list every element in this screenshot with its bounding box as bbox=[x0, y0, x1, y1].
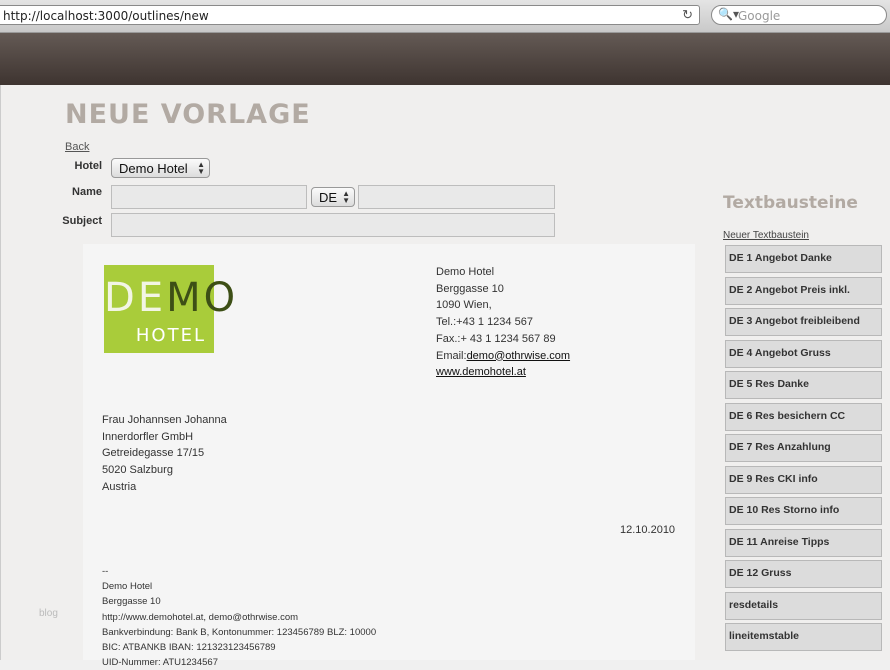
recipient-line: 5020 Salzburg bbox=[102, 464, 173, 477]
textbaustein-item[interactable]: DE 10 Res Storno info bbox=[725, 497, 882, 525]
signature-line: -- bbox=[102, 566, 109, 577]
textbaustein-item[interactable]: DE 5 Res Danke bbox=[725, 371, 882, 399]
blog-link[interactable]: blog bbox=[39, 608, 58, 619]
textbaustein-item[interactable]: DE 9 Res CKI info bbox=[725, 466, 882, 494]
url-text: http://localhost:3000/outlines/new bbox=[3, 9, 209, 23]
reload-icon[interactable]: ↻ bbox=[682, 7, 693, 23]
recipient-line: Frau Johannsen Johanna bbox=[102, 414, 227, 426]
textbaustein-item[interactable]: lineitemstable bbox=[725, 623, 882, 651]
sender-web-row: www.demohotel.at bbox=[436, 364, 570, 381]
search-input[interactable]: 🔍▾ Google bbox=[711, 5, 887, 25]
textbaustein-item[interactable]: DE 6 Res besichern CC bbox=[725, 403, 882, 431]
sender-name: Demo Hotel bbox=[436, 266, 495, 278]
select-arrows-icon: ▲ ▼ bbox=[197, 160, 205, 176]
hotel-label: Hotel bbox=[74, 160, 103, 172]
browser-toolbar: http://localhost:3000/outlines/new ↻ 🔍▾ … bbox=[0, 0, 890, 33]
signature-line: http://www.demohotel.at, demo@othrwise.c… bbox=[102, 611, 299, 623]
letter-date: 12.10.2010 bbox=[620, 524, 676, 536]
hotel-select[interactable]: Demo Hotel ▲ ▼ bbox=[111, 158, 210, 178]
subject-input[interactable] bbox=[111, 213, 555, 237]
sender-address: Demo Hotel Berggasse 10 1090 Wien, Tel.:… bbox=[436, 264, 570, 381]
language-select[interactable]: DE ▲ ▼ bbox=[311, 187, 355, 207]
recipient-line: Austria bbox=[102, 480, 137, 493]
textbaustein-item[interactable]: DE 2 Angebot Preis inkl. bbox=[725, 277, 882, 305]
name-suffix-input[interactable] bbox=[358, 185, 555, 209]
recipient-address: Frau Johannsen Johanna Innerdorfler GmbH… bbox=[102, 412, 227, 496]
new-textbaustein-link[interactable]: Neuer Textbaustein bbox=[723, 230, 809, 241]
app-header bbox=[0, 33, 890, 85]
textbaustein-item[interactable]: DE 11 Anreise Tipps bbox=[725, 529, 882, 557]
textbaustein-item[interactable]: DE 12 Gruss bbox=[725, 560, 882, 588]
signature-block: -- Demo Hotel Berggasse 10 http://www.de… bbox=[102, 564, 376, 670]
hotel-logo: DEMO HOTEL bbox=[104, 265, 239, 353]
signature-line: Demo Hotel bbox=[102, 581, 153, 593]
signature-line: Berggasse 10 bbox=[102, 596, 161, 608]
logo-hotel-text: HOTEL bbox=[135, 325, 206, 346]
recipient-line: Innerdorfler GmbH bbox=[102, 430, 194, 443]
recipient-line: Getreidegasse 17/15 bbox=[102, 447, 205, 460]
sender-tel: Tel.:+43 1 1234 567 bbox=[436, 316, 533, 329]
language-select-value: DE bbox=[319, 190, 338, 205]
search-icon[interactable]: 🔍▾ bbox=[718, 7, 739, 21]
signature-line: Bankverbindung: Bank B, Kontonummer: 123… bbox=[102, 626, 377, 638]
sender-email-link[interactable]: demo@othrwise.com bbox=[467, 350, 570, 362]
sender-street: Berggasse 10 bbox=[436, 282, 504, 295]
textbaustein-item[interactable]: DE 4 Angebot Gruss bbox=[725, 340, 882, 368]
sender-city: 1090 Wien, bbox=[436, 299, 492, 312]
address-bar[interactable]: http://localhost:3000/outlines/new ↻ bbox=[0, 5, 700, 25]
textbaustein-item[interactable]: DE 7 Res Anzahlung bbox=[725, 434, 882, 462]
sender-email-label: Email: bbox=[436, 349, 467, 362]
back-link[interactable]: Back bbox=[65, 141, 89, 153]
signature-line: UID-Nummer: ATU1234567 bbox=[102, 657, 218, 669]
search-placeholder: Google bbox=[738, 9, 781, 23]
subject-label: Subject bbox=[62, 215, 102, 227]
sender-web-link[interactable]: www.demohotel.at bbox=[436, 366, 526, 378]
page-title: NEUE VORLAGE bbox=[65, 99, 311, 130]
sender-fax: Fax.:+ 43 1 1234 567 89 bbox=[436, 332, 556, 345]
sender-email-row: Email:demo@othrwise.com bbox=[436, 348, 570, 365]
name-input[interactable] bbox=[111, 185, 307, 209]
signature-line: BIC: ATBANKB IBAN: 121323123456789 bbox=[102, 642, 276, 654]
hotel-select-value: Demo Hotel bbox=[119, 161, 188, 176]
select-arrows-icon: ▲ ▼ bbox=[342, 189, 350, 205]
textbaustein-item[interactable]: DE 1 Angebot Danke bbox=[725, 245, 882, 273]
sidebar-title: Textbausteine bbox=[723, 193, 858, 213]
name-label: Name bbox=[72, 186, 102, 198]
textbaustein-item[interactable]: DE 3 Angebot freibleibend bbox=[725, 308, 882, 336]
logo-demo-text: DEMO bbox=[104, 275, 239, 321]
textbaustein-item[interactable]: resdetails bbox=[725, 592, 882, 620]
